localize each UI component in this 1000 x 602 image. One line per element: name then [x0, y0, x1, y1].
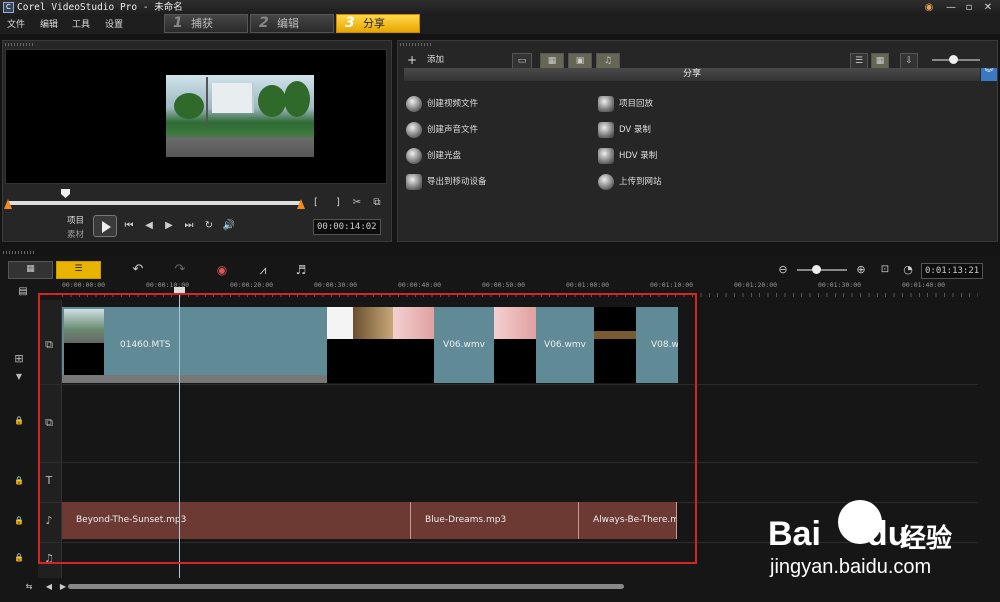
zoom-out-icon[interactable]: ⊖ — [776, 263, 790, 277]
project-mode-label[interactable]: 项目 — [67, 214, 84, 226]
hdv-record[interactable]: HDV 录制 — [619, 150, 657, 162]
thumbnail-view-icon[interactable]: ▦ — [871, 53, 889, 69]
audio-filter-icon[interactable]: ♫ — [596, 53, 620, 69]
dv-camera-icon — [598, 122, 614, 138]
lock-icon[interactable]: 🔒 — [8, 476, 30, 485]
create-disc[interactable]: 创建光盘 — [427, 150, 461, 162]
export-mobile[interactable]: 导出到移动设备 — [427, 176, 487, 188]
disc-icon — [406, 148, 422, 164]
panel-grip[interactable] — [5, 43, 35, 46]
clock-icon: ◔ — [903, 263, 913, 276]
end-icon[interactable]: ⏭ — [182, 219, 196, 233]
app-icon: C — [3, 2, 14, 13]
watermark-cn: 经验 — [900, 523, 953, 553]
share-header: 分享 — [404, 68, 980, 81]
storyboard-view-icon[interactable]: ▦ — [8, 261, 53, 279]
zoom-slider[interactable] — [797, 269, 847, 271]
window-title: Corel VideoStudio Pro - 未命名 — [17, 2, 183, 13]
zoom-in-icon[interactable]: ⊕ — [854, 263, 868, 277]
sort-icon[interactable]: ⇩ — [900, 53, 918, 69]
mobile-device-icon — [406, 174, 422, 190]
expand-icon[interactable]: ▼ — [8, 372, 30, 381]
list-view-icon[interactable]: ☰ — [850, 53, 868, 69]
title-bar: C Corel VideoStudio Pro - 未命名 ◉ — ▫ ✕ — [0, 0, 1000, 16]
track-manager-icon[interactable]: ▤ — [14, 285, 32, 299]
minimize-button[interactable]: — — [943, 1, 959, 14]
menu-edit[interactable]: 编辑 — [40, 16, 58, 34]
hdv-camera-icon — [598, 148, 614, 164]
timeline-ruler[interactable]: 00:00:00:00 00:00:10:00 00:00:20:00 00:0… — [62, 281, 978, 293]
undo-icon[interactable]: ↶ — [130, 263, 146, 277]
redo-icon[interactable]: ↷ — [172, 263, 188, 277]
split-icon[interactable]: ✂ — [350, 196, 364, 210]
menu-tools[interactable]: 工具 — [72, 16, 90, 34]
folder-icon[interactable]: ▭ — [512, 53, 532, 69]
photo-filter-icon[interactable]: ▣ — [568, 53, 592, 69]
step-share-tab[interactable]: 3 分享 — [336, 14, 420, 33]
step-capture-tab[interactable]: 1 捕获 — [164, 14, 248, 33]
globe-icon — [598, 174, 614, 190]
add-icon[interactable]: + — [407, 53, 417, 67]
auto-music-icon[interactable]: ♬ — [292, 263, 310, 277]
dv-record[interactable]: DV 录制 — [619, 124, 651, 136]
fit-project-icon[interactable]: ⊡ — [878, 263, 892, 277]
volume-icon[interactable]: 🔊 — [222, 219, 236, 233]
mark-in-button[interactable]: [ — [311, 196, 321, 210]
panel-grip-right[interactable] — [400, 43, 432, 46]
enlarge-icon[interactable]: ⧉ — [370, 196, 384, 210]
add-label[interactable]: 添加 — [427, 54, 444, 66]
preview-frame — [166, 75, 314, 157]
trim-start-marker[interactable] — [4, 199, 12, 209]
player-timecode[interactable]: 00:00:14:02 — [313, 219, 381, 235]
create-audio-file[interactable]: 创建声音文件 — [427, 124, 478, 136]
clip-mode-label[interactable]: 素材 — [67, 228, 84, 240]
scroll-control-icon[interactable]: ⇆ — [20, 580, 38, 594]
collapse-icon[interactable]: ︾ — [981, 68, 997, 81]
watermark-url: jingyan.baidu.com — [770, 556, 932, 578]
project-duration: 0:01:13:21 — [921, 263, 984, 279]
play-icon — [102, 221, 111, 233]
repeat-icon[interactable]: ↻ — [202, 219, 216, 233]
lock-icon[interactable]: 🔒 — [8, 516, 30, 525]
ripple-edit-icon[interactable]: ⊞ — [8, 352, 30, 365]
close-button[interactable]: ✕ — [980, 1, 996, 14]
scroll-right-icon[interactable]: ▶ — [58, 580, 68, 594]
video-filter-icon[interactable]: ▦ — [540, 53, 564, 69]
trim-end-marker[interactable] — [297, 199, 305, 209]
highlight-box — [38, 293, 697, 564]
paw-icon — [838, 500, 882, 544]
upload-web[interactable]: 上传到网站 — [619, 176, 662, 188]
prev-frame-icon[interactable]: ◀ — [142, 219, 156, 233]
project-playback[interactable]: 项目回放 — [619, 98, 653, 110]
horizontal-scrollbar[interactable] — [68, 584, 624, 589]
menu-file[interactable]: 文件 — [7, 16, 25, 34]
restore-button[interactable]: ▫ — [961, 1, 977, 14]
create-video-file[interactable]: 创建视频文件 — [427, 98, 478, 110]
scrub-bar[interactable] — [8, 201, 301, 205]
scroll-left-icon[interactable]: ◀ — [44, 580, 54, 594]
timeline-grip[interactable] — [3, 251, 35, 254]
lock-icon[interactable]: 🔒 — [8, 553, 30, 562]
timeline-view-icon[interactable]: ☰ — [56, 261, 101, 279]
menu-bar: 文件 编辑 工具 设置 — [0, 16, 1000, 34]
zoom-handle[interactable] — [812, 265, 821, 274]
project-playback-icon — [598, 96, 614, 112]
home-icon[interactable]: ⏮ — [122, 219, 136, 233]
next-frame-icon[interactable]: ▶ — [162, 219, 176, 233]
audio-disc-icon — [406, 122, 422, 138]
play-button[interactable] — [93, 215, 117, 237]
audio-mixer-icon[interactable]: ⩘ — [254, 263, 272, 277]
thumb-size-handle[interactable] — [949, 55, 958, 64]
menu-settings[interactable]: 设置 — [105, 16, 123, 34]
film-reel-icon — [406, 96, 422, 112]
mark-out-button[interactable]: ] — [333, 196, 343, 210]
step-edit-tab[interactable]: 2 编辑 — [250, 14, 334, 33]
record-capture-icon[interactable]: ◉ — [212, 263, 232, 277]
lock-icon[interactable]: 🔒 — [8, 416, 30, 425]
help-icon[interactable]: ◉ — [921, 1, 937, 14]
